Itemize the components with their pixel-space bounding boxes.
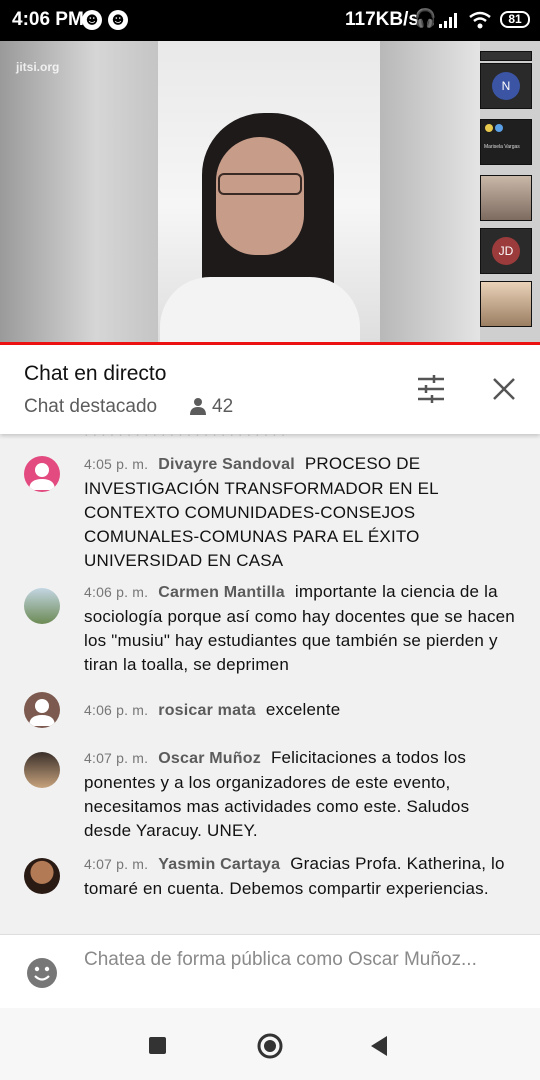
message-author[interactable]: Divayre Sandoval xyxy=(158,456,295,473)
avatar xyxy=(24,752,60,788)
participant-avatar: N xyxy=(492,72,520,100)
participant-name: Marisela Vargas xyxy=(484,144,520,150)
message-body: 4:07 p. m. Yasmin Cartaya Gracias Profa. K… xyxy=(84,852,516,901)
message-time: 4:06 p. m. xyxy=(84,584,149,600)
avatar xyxy=(24,456,60,492)
message-body: 4:06 p. m. Carmen Mantilla importante la c… xyxy=(84,580,516,677)
avatar xyxy=(24,588,60,624)
message-body: 4:05 p. m. Divayre Sandoval PROCESO DE INV… xyxy=(84,452,516,573)
participant-tile: N xyxy=(480,63,532,109)
recents-icon[interactable] xyxy=(149,1037,166,1054)
system-nav-bar xyxy=(0,1008,540,1080)
message-text: excelente xyxy=(265,700,341,719)
participant-tile xyxy=(480,175,532,221)
participant-tiles: N Marisela Vargas JD xyxy=(480,51,532,341)
network-speed: 117KB/s xyxy=(345,9,419,30)
participant-tile xyxy=(480,51,532,61)
message-author[interactable]: rosicar mata xyxy=(158,702,256,719)
message-time: 4:07 p. m. xyxy=(84,856,149,872)
status-time: 4:06 PM xyxy=(12,9,84,30)
close-icon[interactable] xyxy=(490,375,518,403)
battery-indicator: 81 xyxy=(500,11,530,28)
participant-tile xyxy=(480,281,532,327)
wifi-icon xyxy=(469,11,491,29)
participant-tile: JD xyxy=(480,228,532,274)
notification-icon: ☻ xyxy=(82,10,102,30)
message-body: 4:06 p. m. rosicar mata excelente xyxy=(84,698,516,723)
chat-input[interactable]: Chatea de forma pública como Oscar Muñoz… xyxy=(84,947,504,972)
filter-icon[interactable] xyxy=(416,375,446,403)
message-body: 4:07 p. m. Oscar Muñoz Felicitaciones a to… xyxy=(84,746,516,843)
chat-mode-selector[interactable]: Chat destacado xyxy=(24,396,157,418)
chat-messages[interactable]: · · · · · · · · · · · · · · · · · · · · … xyxy=(0,434,540,934)
speaker-video xyxy=(160,109,380,342)
viewer-count-number: 42 xyxy=(212,396,234,417)
message-time: 4:05 p. m. xyxy=(84,456,149,472)
message-author[interactable]: Carmen Mantilla xyxy=(158,584,285,601)
headphones-icon: 🎧 xyxy=(414,8,437,29)
avatar xyxy=(24,692,60,728)
avatar xyxy=(24,858,60,894)
video-background xyxy=(0,41,160,342)
message-author[interactable]: Oscar Muñoz xyxy=(158,750,261,767)
message-time: 4:07 p. m. xyxy=(84,750,149,766)
emoji-icon[interactable] xyxy=(26,957,58,989)
jitsi-watermark: jitsi.org xyxy=(16,60,60,74)
video-player[interactable]: jitsi.org N Marisela Vargas JD xyxy=(0,41,540,342)
signal-icon xyxy=(439,13,457,28)
previous-message-fragment: · · · · · · · · · · · · · · · · · · · · … xyxy=(84,434,286,442)
status-bar: 4:06 PM ☻ ☻ 117KB/s 🎧 81 xyxy=(0,0,540,41)
person-icon xyxy=(190,398,206,415)
message-author[interactable]: Yasmin Cartaya xyxy=(158,856,280,873)
notification-icon: ☻ xyxy=(108,10,128,30)
home-icon[interactable] xyxy=(257,1033,283,1059)
chat-title: Chat en directo xyxy=(24,362,167,385)
message-time: 4:06 p. m. xyxy=(84,702,149,718)
participant-avatar: JD xyxy=(492,237,520,265)
participant-tile: Marisela Vargas xyxy=(480,119,532,165)
chat-header: Chat en directo Chat destacado 42 xyxy=(0,345,540,434)
message-text: importante la ciencia de la sociología p… xyxy=(84,582,515,674)
chat-input-bar: Chatea de forma pública como Oscar Muñoz… xyxy=(0,934,540,1009)
video-background xyxy=(380,41,480,342)
back-icon[interactable] xyxy=(369,1035,389,1057)
